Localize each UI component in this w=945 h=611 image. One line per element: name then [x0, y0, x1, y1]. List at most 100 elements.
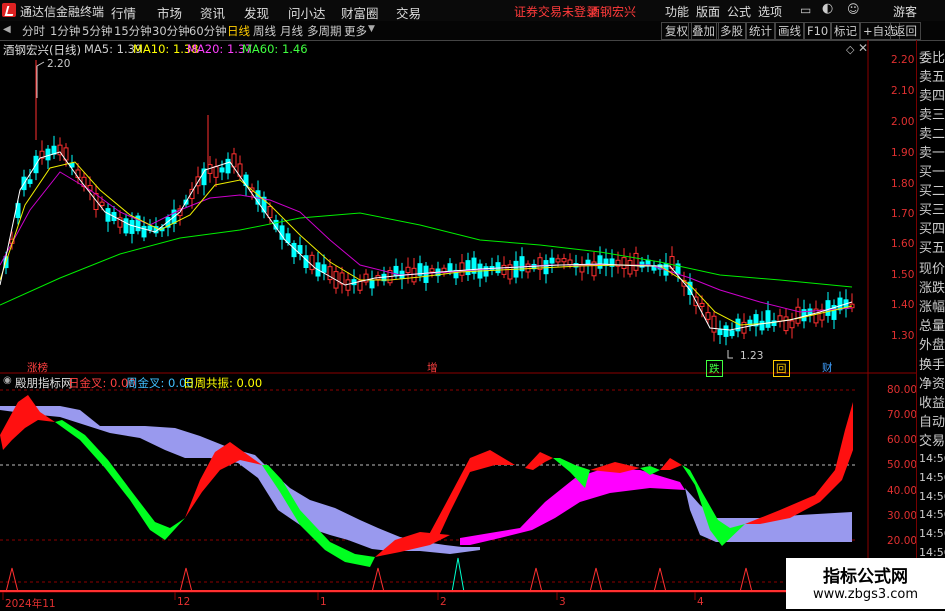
- indicator-settings-icon[interactable]: ◉: [3, 375, 12, 386]
- menu-news[interactable]: 资讯: [200, 3, 225, 22]
- quote-field-label: 买三: [919, 203, 945, 218]
- y-tick-sub: 70.00: [887, 409, 918, 421]
- candle-body: [411, 267, 417, 283]
- btn-f10[interactable]: F10: [803, 22, 833, 40]
- close-icon[interactable]: ✕: [858, 41, 868, 55]
- candle-body: [567, 259, 573, 266]
- quote-field-label: 14:56: [919, 471, 945, 484]
- ma60-label: MA60: 1.46: [242, 42, 308, 56]
- quote-field-label: 14:56: [919, 508, 945, 521]
- candle-body: [99, 201, 105, 207]
- marker-finance[interactable]: 财: [820, 360, 835, 375]
- y-tick-main: 1.80: [891, 178, 915, 190]
- stock-title: 酒钢宏兴(日线): [3, 43, 81, 57]
- resonance-label: 日周共振: 0.00: [183, 376, 263, 390]
- minimize-icon[interactable]: ▭: [800, 3, 811, 17]
- y-tick-main: 1.50: [891, 269, 915, 281]
- y-tick-sub: 40.00: [887, 485, 918, 497]
- y-tick-sub: 30.00: [887, 510, 918, 522]
- more-dropdown-icon[interactable]: ▼: [368, 24, 375, 34]
- quote-field-label: 买一: [919, 165, 945, 180]
- period-1min[interactable]: 1分钟: [50, 23, 80, 39]
- quote-field-label: 委比: [919, 51, 945, 66]
- candle-body: [321, 264, 327, 273]
- menu-bar: 通达信金融终端 行情 市场 资讯 发现 问小达 财富圈 交易 证券交易未登录 酒…: [0, 0, 945, 22]
- menu-formula[interactable]: 公式: [727, 3, 751, 20]
- candle-body: [723, 325, 729, 337]
- period-intraday[interactable]: 分时: [22, 23, 45, 39]
- y-tick-main: 1.30: [891, 330, 915, 342]
- menu-markets[interactable]: 市场: [157, 3, 182, 22]
- theme-icon[interactable]: ◐: [822, 1, 833, 16]
- menu-ask[interactable]: 问小达: [288, 3, 326, 22]
- y-tick-main: 1.60: [891, 238, 915, 250]
- candle-body: [459, 262, 465, 276]
- indicator-name[interactable]: 殿朋指标网: [15, 375, 73, 391]
- btn-back[interactable]: 返回: [890, 22, 921, 40]
- watermark-url: www.zbgs3.com: [812, 587, 919, 602]
- candle-body: [465, 260, 471, 276]
- ma5-line: [0, 151, 853, 331]
- y-tick-sub: 80.00: [887, 384, 918, 396]
- candle-body: [825, 300, 831, 316]
- btn-multi-stock[interactable]: 多股: [716, 22, 747, 40]
- menu-discover[interactable]: 发现: [244, 3, 269, 22]
- candle-body: [267, 206, 273, 219]
- quote-field-label: 自动: [919, 415, 945, 430]
- user-icon[interactable]: ☺: [847, 2, 860, 16]
- prev-arrow-icon[interactable]: ◀: [3, 24, 11, 35]
- watermark-title: 指标公式网: [823, 567, 908, 587]
- candle-body: [777, 315, 783, 322]
- y-tick-main: 1.70: [891, 208, 915, 220]
- quote-field-label: 14:56: [919, 527, 945, 540]
- menu-layout[interactable]: 版面: [696, 3, 720, 20]
- period-weekly[interactable]: 周线: [253, 23, 276, 39]
- x-tick: 1: [320, 596, 327, 608]
- guest-label[interactable]: 游客: [893, 3, 917, 20]
- weekly-band-magenta: [460, 468, 685, 545]
- period-more[interactable]: 更多: [344, 23, 367, 39]
- high-price-label: 2.20: [47, 58, 71, 70]
- login-warning[interactable]: 证券交易未登录: [514, 3, 598, 20]
- menu-market[interactable]: 行情: [111, 3, 136, 22]
- period-monthly[interactable]: 月线: [280, 23, 303, 39]
- candle-body: [645, 259, 651, 266]
- menu-wealth[interactable]: 财富圈: [341, 3, 379, 22]
- candle-body: [561, 258, 567, 263]
- marker-return[interactable]: 回: [773, 360, 790, 377]
- marker-fall[interactable]: 跌: [706, 360, 723, 377]
- candle-body: [525, 263, 531, 273]
- x-tick: 12: [177, 596, 191, 608]
- y-tick-sub: 20.00: [887, 535, 918, 547]
- daily-ribbon-red-8: [745, 402, 853, 524]
- candle-body: [213, 166, 219, 178]
- quote-field-label: 卖一: [919, 146, 945, 161]
- candle-body: [705, 312, 711, 320]
- period-multi[interactable]: 多周期: [307, 23, 342, 39]
- menu-trade[interactable]: 交易: [396, 3, 421, 22]
- chart-canvas[interactable]: [0, 40, 916, 609]
- candle-body: [483, 266, 489, 277]
- stock-name-top: 酒钢宏兴: [588, 5, 637, 19]
- candle-body: [141, 225, 147, 238]
- period-60min[interactable]: 60分钟: [189, 23, 227, 39]
- btn-draw-line[interactable]: 画线: [774, 22, 805, 40]
- candle-body: [105, 208, 111, 222]
- candle-body: [795, 306, 801, 324]
- quote-field-label: 总量: [919, 319, 945, 334]
- marker-rank[interactable]: 涨榜: [25, 360, 50, 375]
- btn-mark[interactable]: 标记: [830, 22, 861, 40]
- period-30min[interactable]: 30分钟: [152, 23, 190, 39]
- diamond-icon[interactable]: ◇: [846, 43, 854, 56]
- btn-overlay[interactable]: 叠加: [688, 22, 719, 40]
- menu-function[interactable]: 功能: [665, 3, 689, 20]
- period-15min[interactable]: 15分钟: [114, 23, 152, 39]
- period-daily[interactable]: 日线: [227, 23, 250, 39]
- candle-body: [621, 257, 627, 269]
- menu-options[interactable]: 选项: [758, 3, 782, 20]
- quote-field-label: 买五: [919, 241, 945, 256]
- marker-increase[interactable]: 增: [425, 360, 440, 375]
- candle-body: [783, 316, 789, 332]
- btn-statistics[interactable]: 统计: [745, 22, 776, 40]
- period-5min[interactable]: 5分钟: [82, 23, 112, 39]
